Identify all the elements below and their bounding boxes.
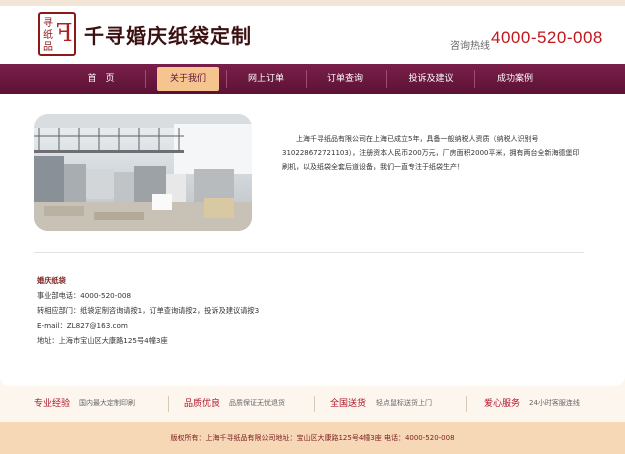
main-nav: 首 页 关于我们 网上订单 订单查询 投诉及建议 成功案例 [0, 64, 625, 94]
contact-address: 地址：上海市宝山区大康路125号4幢3座 [37, 336, 168, 345]
feature-title-1: 专业经验 [34, 399, 71, 409]
hotline-label: 咨询热线 [450, 41, 490, 52]
feature-separator [168, 396, 169, 412]
section-divider [34, 252, 584, 253]
feature-bar: 专业经验 国内最大定制印刷 品质优良 品质保证无忧退货 全国送货 轻点鼠标送货上… [0, 390, 625, 416]
nav-order-query[interactable]: 订单查询 [314, 67, 376, 91]
feature-desc-2: 品质保证无忧退货 [229, 399, 285, 407]
nav-home[interactable]: 首 页 [70, 67, 132, 91]
factory-photo [34, 114, 252, 231]
site-logo[interactable]: 寻 纸 品 ꟻ [38, 12, 76, 56]
main-content: 上海千寻纸品有限公司在上海已成立5年，具备一般纳税人资质（纳税人识别号31022… [0, 94, 625, 386]
feature-desc-1: 国内最大定制印刷 [79, 399, 135, 407]
nav-online-order[interactable]: 网上订单 [235, 67, 297, 91]
nav-separator [386, 70, 387, 88]
nav-separator [474, 70, 475, 88]
company-intro: 上海千寻纸品有限公司在上海已成立5年，具备一般纳税人资质（纳税人识别号31022… [282, 135, 580, 171]
logo-brush-mark: ꟻ [56, 19, 73, 47]
nav-separator [226, 70, 227, 88]
feature-desc-4: 24小时客服连线 [529, 399, 580, 407]
feature-title-3: 全国送货 [330, 399, 367, 409]
site-title: 千寻婚庆纸袋定制 [84, 24, 252, 48]
feature-title-4: 爱心服务 [484, 399, 521, 409]
nav-cases[interactable]: 成功案例 [484, 67, 546, 91]
footer-copyright: 版权所有：上海千寻纸品有限公司地址：宝山区大康路125号4幢3座 电话：4000… [0, 422, 625, 454]
feature-desc-3: 轻点鼠标送货上门 [376, 399, 432, 407]
contact-phone: 事业部电话：4000-520-008 [37, 291, 132, 300]
factory-photo-illustration [34, 114, 252, 231]
contact-name: 婚庆纸袋 [37, 276, 66, 285]
hotline-number: 4000-520-008 [491, 28, 603, 47]
nav-complaints[interactable]: 投诉及建议 [400, 67, 462, 91]
feature-separator [466, 396, 467, 412]
nav-separator [145, 70, 146, 88]
logo-glyph: 寻 纸 品 ꟻ [40, 14, 74, 54]
feature-title-2: 品质优良 [184, 399, 221, 409]
contact-email[interactable]: E-mail：ZL827@163.com [37, 318, 259, 333]
header: 寻 纸 品 ꟻ 千寻婚庆纸袋定制 咨询热线 4000-520-008 [0, 6, 625, 64]
nav-about[interactable]: 关于我们 [157, 67, 219, 91]
contact-info: 婚庆纸袋 事业部电话：4000-520-008 转相应部门：纸袋定制咨询请按1，… [37, 273, 259, 348]
feature-separator [314, 396, 315, 412]
nav-separator [306, 70, 307, 88]
contact-dept: 转相应部门：纸袋定制咨询请按1，订单查询请按2，投诉及建议请按3 [37, 306, 260, 315]
